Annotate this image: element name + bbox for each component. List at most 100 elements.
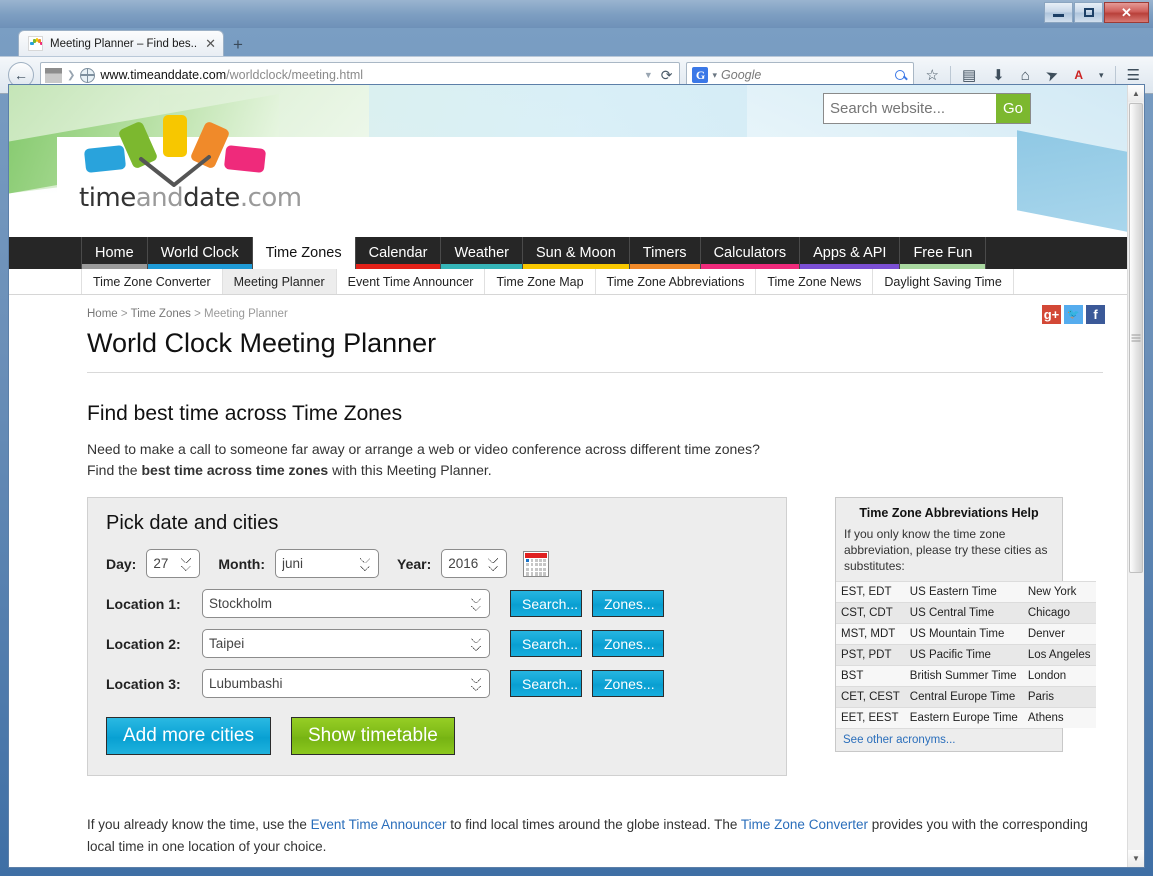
site-logo[interactable]: timeanddate.com: [79, 107, 339, 213]
location-2-select[interactable]: Taipei: [202, 629, 490, 658]
new-tab-button[interactable]: +: [233, 36, 243, 53]
vertical-scrollbar[interactable]: ▲ ▼: [1127, 85, 1144, 867]
location-2-zones-button[interactable]: Zones...: [592, 630, 664, 657]
location-3-zones-button[interactable]: Zones...: [592, 670, 664, 697]
show-timetable-button[interactable]: Show timetable: [290, 717, 455, 755]
hamburger-menu-icon[interactable]: ☰: [1122, 68, 1145, 83]
nav-tab-sun-moon[interactable]: Sun & Moon: [521, 237, 629, 269]
abbr-abbr-cell: CST, CDT: [836, 602, 905, 624]
time-zone-converter-link[interactable]: Time Zone Converter: [741, 817, 868, 832]
twitter-icon[interactable]: 🐦: [1064, 305, 1083, 324]
add-more-cities-button[interactable]: Add more cities: [106, 717, 271, 755]
breadcrumb-home[interactable]: Home: [87, 308, 118, 320]
abbr-city-cell: Denver: [1022, 623, 1096, 645]
window-close-button[interactable]: ✕: [1104, 2, 1149, 23]
subnav-item-meeting-planner[interactable]: Meeting Planner: [222, 269, 337, 294]
adobe-pdf-icon[interactable]: A: [1069, 69, 1088, 81]
url-dropdown-icon[interactable]: ▼: [644, 70, 653, 80]
subnav-item-event-time-announcer[interactable]: Event Time Announcer: [337, 269, 486, 294]
favicon-timeanddate-icon: [28, 36, 43, 51]
nav-tab-timers[interactable]: Timers: [628, 237, 700, 269]
abbr-name-cell: US Eastern Time: [904, 581, 1023, 603]
subnav-item-time-zone-news[interactable]: Time Zone News: [756, 269, 874, 294]
subnav-label: Meeting Planner: [233, 274, 325, 289]
logo-clock-mark: [79, 107, 279, 187]
window-minimize-button[interactable]: [1044, 2, 1073, 23]
nav-tab-apps-api[interactable]: Apps & API: [799, 237, 900, 269]
sidebar: Time Zone Abbreviations Help If you only…: [835, 497, 1096, 776]
day-select[interactable]: 27: [146, 549, 201, 578]
google-plus-icon[interactable]: g+: [1042, 305, 1061, 324]
abbr-abbr-cell: EET, EEST: [836, 707, 905, 728]
url-text: www.timeanddate.com/worldclock/meeting.h…: [100, 68, 364, 82]
scroll-up-arrow[interactable]: ▲: [1128, 85, 1144, 102]
search-icon[interactable]: [895, 70, 906, 80]
browser-tab[interactable]: Meeting Planner – Find bes... ✕: [18, 30, 224, 56]
nav-tab-underline: [900, 264, 986, 269]
location-1-select[interactable]: Stockholm: [202, 589, 490, 618]
reading-list-icon[interactable]: ▤: [957, 68, 981, 83]
abbr-city-cell: Paris: [1022, 686, 1096, 708]
nav-tab-calendar[interactable]: Calendar: [354, 237, 441, 269]
abbreviation-row: BST British Summer Time London: [836, 665, 1096, 687]
site-search-input[interactable]: [824, 94, 996, 123]
nav-tab-world-clock[interactable]: World Clock: [146, 237, 252, 269]
intro-suffix: with this Meeting Planner.: [328, 462, 492, 478]
logo-clock-hands-icon: [139, 155, 211, 187]
chevron-right-icon: ❯: [67, 69, 76, 81]
breadcrumb-sep-1: >: [120, 308, 128, 320]
site-search-go-button[interactable]: Go: [996, 94, 1030, 123]
tab-close-icon[interactable]: ✕: [205, 37, 216, 50]
scroll-down-arrow[interactable]: ▼: [1128, 850, 1144, 867]
subnav-item-time-zone-abbreviations[interactable]: Time Zone Abbreviations: [596, 269, 757, 294]
calendar-picker-icon[interactable]: [523, 550, 550, 577]
nav-tab-underline: [522, 264, 629, 269]
event-time-announcer-link[interactable]: Event Time Announcer: [311, 817, 447, 832]
year-select[interactable]: 2016: [441, 549, 508, 578]
facebook-icon[interactable]: f: [1086, 305, 1105, 324]
overflow-caret-icon[interactable]: ▾: [1094, 70, 1109, 80]
location-3-select[interactable]: Lubumbashi: [202, 669, 490, 698]
nav-tab-label: Home: [95, 245, 134, 261]
pocket-send-icon[interactable]: ➤: [1039, 64, 1065, 86]
abbr-city-cell: New York: [1022, 581, 1096, 603]
intro-line-1: Need to make a call to someone far away …: [87, 441, 760, 457]
nav-tab-calculators[interactable]: Calculators: [699, 237, 800, 269]
home-icon[interactable]: ⌂: [1016, 68, 1035, 83]
subnav-item-time-zone-map[interactable]: Time Zone Map: [485, 269, 596, 294]
reload-icon[interactable]: ⟳: [658, 67, 676, 84]
location-3-search-button[interactable]: Search...: [510, 670, 582, 697]
subnav-item-time-zone-converter[interactable]: Time Zone Converter: [81, 269, 223, 294]
nav-tab-underline: [629, 264, 700, 269]
nav-tab-free-fun[interactable]: Free Fun: [899, 237, 987, 269]
subnav-label: Daylight Saving Time: [884, 274, 1002, 289]
see-other-acronyms-link[interactable]: See other acronyms...: [836, 728, 1062, 751]
nav-tab-time-zones[interactable]: Time Zones: [251, 237, 355, 269]
date-row: Day: 27 Month: juni Year: 2016: [106, 549, 768, 578]
bookmark-star-icon[interactable]: ☆: [920, 68, 943, 83]
search-engine-caret-icon[interactable]: ▾: [712, 70, 717, 81]
page-viewport: Register | Log in | ✿ Customize Go: [8, 84, 1145, 868]
abbreviation-row: EET, EEST Eastern Europe Time Athens: [836, 707, 1096, 728]
downloads-icon[interactable]: ⬇: [987, 68, 1010, 83]
site-identity-icon[interactable]: [45, 67, 62, 83]
window-maximize-button[interactable]: [1074, 2, 1103, 23]
breadcrumb-timezones[interactable]: Time Zones: [131, 308, 191, 320]
location-2-search-button[interactable]: Search...: [510, 630, 582, 657]
nav-tab-underline: [355, 264, 441, 269]
location-1-search-button[interactable]: Search...: [510, 590, 582, 617]
nav-tab-label: World Clock: [160, 245, 239, 261]
google-logo-icon: G: [692, 67, 709, 83]
intro-prefix: Find the: [87, 462, 142, 478]
nav-tab-home[interactable]: Home: [81, 237, 147, 269]
browser-search-input[interactable]: Google: [721, 68, 891, 82]
location-1-label: Location 1:: [106, 595, 181, 612]
nav-tab-weather[interactable]: Weather: [440, 237, 522, 269]
month-select[interactable]: juni: [275, 549, 380, 578]
nav-tab-label: Weather: [454, 245, 509, 261]
footer-p1-a: If you already know the time, use the: [87, 817, 311, 832]
location-1-zones-button[interactable]: Zones...: [592, 590, 664, 617]
scrollbar-thumb[interactable]: [1129, 103, 1143, 573]
subnav-item-daylight-saving-time[interactable]: Daylight Saving Time: [873, 269, 1014, 294]
abbreviations-table: EST, EDT US Eastern Time New York CST, CDT U…: [836, 581, 1096, 728]
